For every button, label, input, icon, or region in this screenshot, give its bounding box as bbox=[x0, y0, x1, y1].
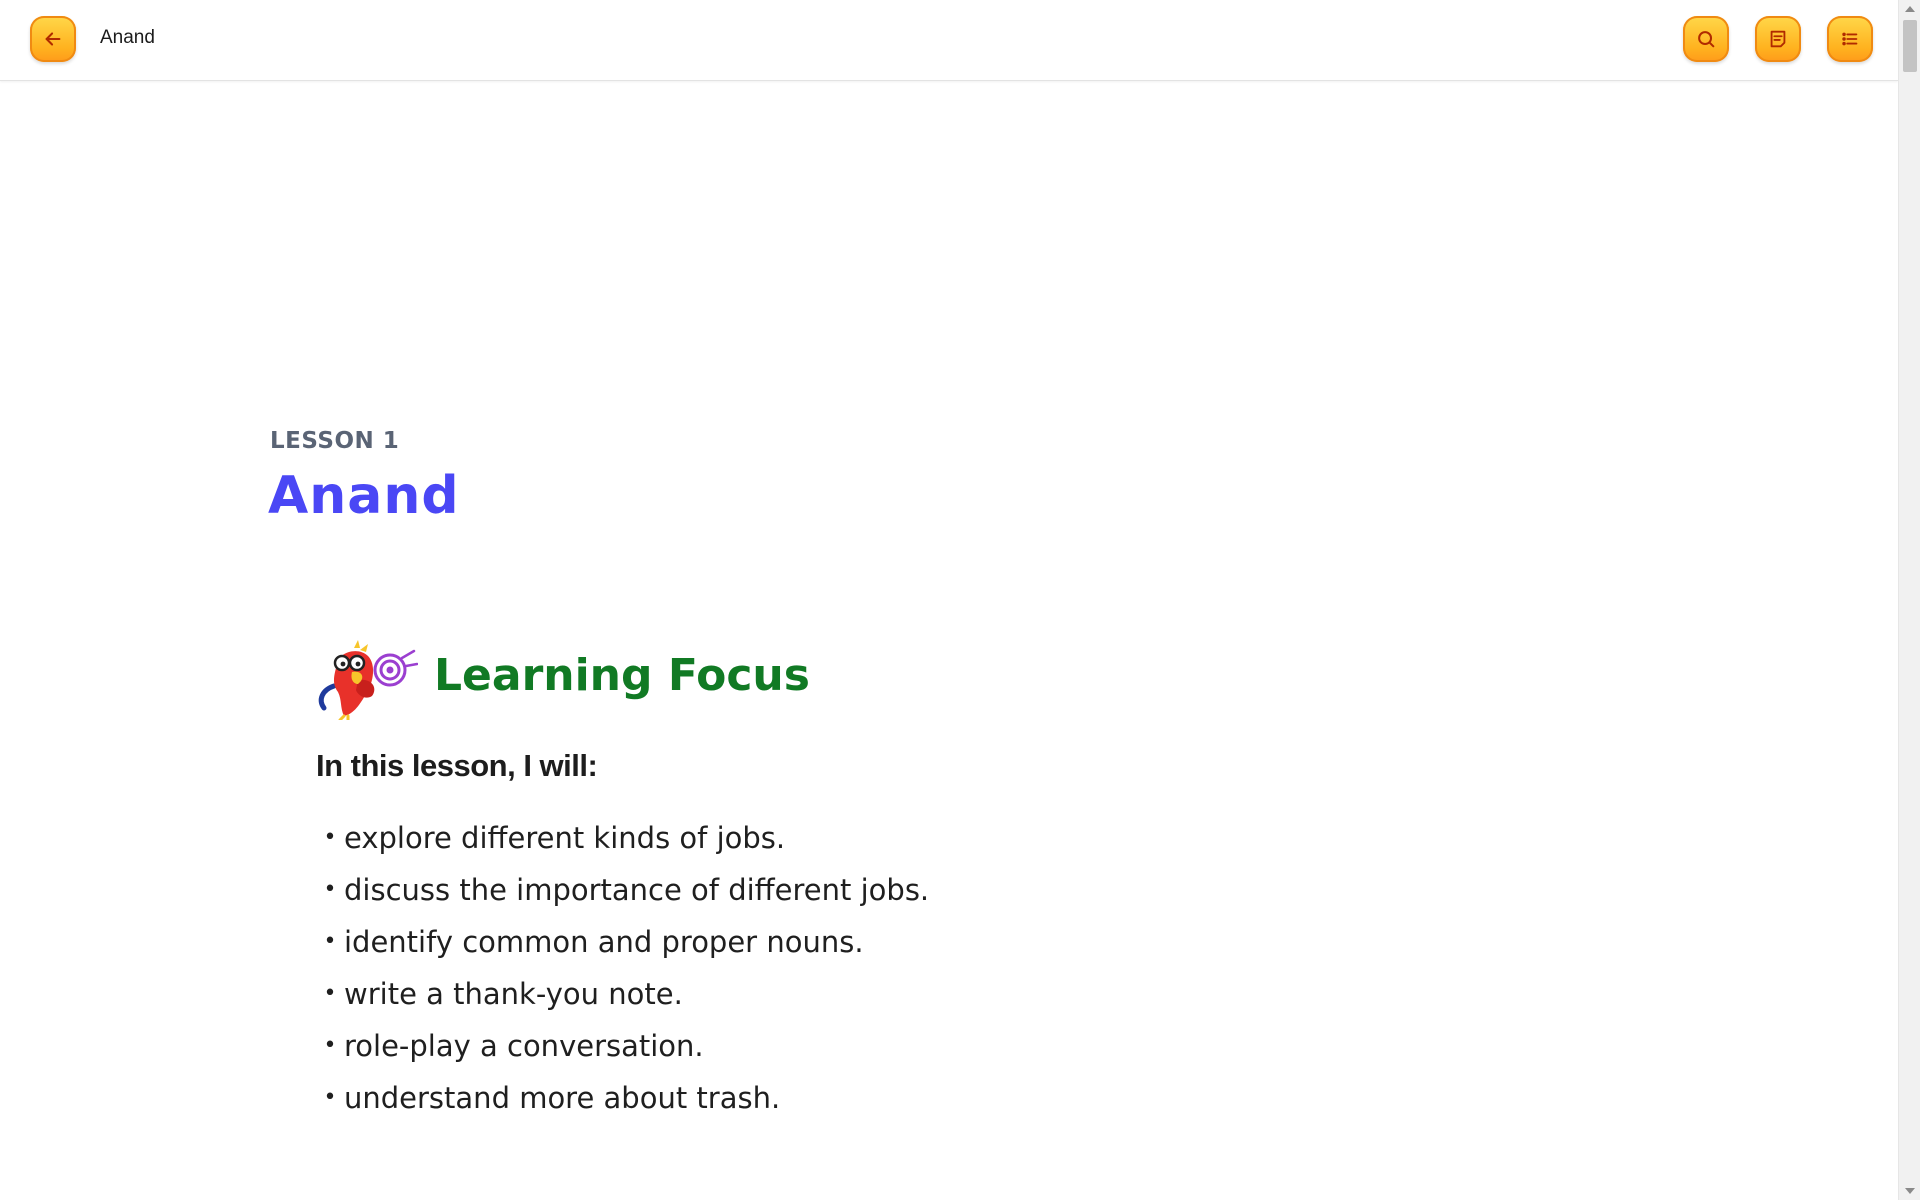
arrow-left-icon bbox=[45, 32, 61, 46]
list-item: • explore different kinds of jobs. bbox=[316, 812, 929, 864]
list-item-text: explore different kinds of jobs. bbox=[344, 821, 786, 855]
list-item-text: understand more about trash. bbox=[344, 1081, 781, 1115]
list-item: • write a thank-you note. bbox=[316, 968, 929, 1020]
bullet-icon: • bbox=[323, 825, 337, 850]
lesson-label: LESSON 1 bbox=[270, 428, 400, 454]
parrot-with-target-icon bbox=[318, 640, 418, 720]
list-icon bbox=[1842, 32, 1858, 46]
learning-focus-intro: In this lesson, I will: bbox=[316, 748, 598, 783]
target-icon bbox=[373, 649, 418, 687]
bullet-icon: • bbox=[323, 877, 337, 902]
table-of-contents-button[interactable] bbox=[1827, 16, 1873, 62]
list-item-text: identify common and proper nouns. bbox=[344, 925, 864, 959]
search-button[interactable] bbox=[1683, 16, 1729, 62]
scroll-up-arrow-icon[interactable] bbox=[1905, 6, 1915, 12]
scroll-down-arrow-icon[interactable] bbox=[1905, 1188, 1915, 1194]
notes-button[interactable] bbox=[1755, 16, 1801, 62]
list-item: • identify common and proper nouns. bbox=[316, 916, 929, 968]
list-item: • role-play a conversation. bbox=[316, 1020, 929, 1072]
bullet-icon: • bbox=[323, 929, 337, 954]
list-item: • understand more about trash. bbox=[316, 1072, 929, 1124]
app-title: Anand bbox=[100, 27, 155, 48]
notes-icon bbox=[1770, 30, 1786, 48]
bullet-icon: • bbox=[323, 981, 337, 1006]
bullet-icon: • bbox=[323, 1033, 337, 1058]
list-item: • discuss the importance of different job… bbox=[316, 864, 930, 916]
bullet-icon: • bbox=[323, 1085, 337, 1110]
lesson-title: Anand bbox=[268, 466, 460, 526]
search-icon bbox=[1698, 31, 1715, 48]
learning-focus-heading: Learning Focus bbox=[434, 650, 810, 701]
list-item-text: role-play a conversation. bbox=[344, 1029, 704, 1063]
learning-focus-list: • explore different kinds of jobs. • discu… bbox=[316, 812, 930, 1124]
list-item-text: discuss the importance of different jobs… bbox=[344, 873, 930, 907]
top-bar: Anand bbox=[0, 0, 1898, 81]
list-item-text: write a thank-you note. bbox=[344, 977, 683, 1011]
vertical-scrollbar[interactable] bbox=[1898, 0, 1920, 1200]
scroll-thumb[interactable] bbox=[1903, 20, 1917, 72]
back-button[interactable] bbox=[30, 16, 76, 62]
